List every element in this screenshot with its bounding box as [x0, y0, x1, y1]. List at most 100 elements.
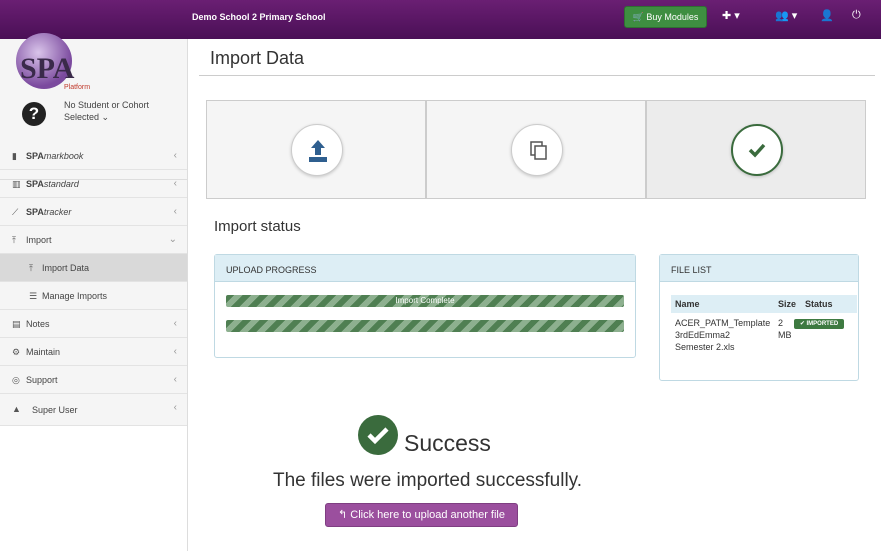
- list-icon: ☰: [29, 291, 38, 301]
- import-label: Import: [26, 235, 52, 245]
- chevron-down-icon: ⌄: [168, 234, 177, 245]
- sidebar-item-manage-imports[interactable]: ☰ Manage Imports: [0, 282, 187, 310]
- sidebar-item-spatracker[interactable]: ⟋ SPAtracker ‹: [0, 198, 187, 226]
- buy-modules-button[interactable]: 🛒 Buy Modules: [624, 6, 707, 28]
- import-status-heading: Import status: [214, 218, 301, 235]
- chevron-left-icon: ‹: [173, 150, 177, 161]
- upload-icon: [309, 140, 327, 162]
- chevron-left-icon: ‹: [173, 178, 177, 189]
- chevron-left-icon: ‹: [173, 402, 177, 413]
- users-menu-icon[interactable]: 👥 ▾: [775, 9, 797, 22]
- puzzle-menu-icon[interactable]: ✚ ▾: [722, 9, 740, 22]
- file-size-unit: MB: [778, 330, 792, 340]
- upload-icon: ⤒: [12, 235, 16, 245]
- copy-icon: [530, 141, 547, 160]
- notes-label: Notes: [26, 319, 50, 329]
- top-navbar: Demo School 2 Primary School 🛒 Buy Modul…: [0, 0, 881, 39]
- tracker-prefix: SPA: [26, 207, 44, 217]
- file-name-cell: ACER_PATM_Template 3rdEdEmma2 Semester 2…: [675, 317, 770, 353]
- file-size-cell: 2 MB: [778, 317, 792, 341]
- upload-step-circle: [291, 124, 343, 176]
- step-complete: [646, 100, 866, 199]
- file-list-title: FILE LIST: [660, 255, 858, 282]
- check-icon: [748, 143, 766, 158]
- status-badge: ✔ IMPORTED: [794, 319, 844, 329]
- logo-text: SPA: [20, 52, 75, 85]
- super-user-label: Super User: [32, 405, 78, 415]
- sidebar-item-spamarkbook[interactable]: ▮ SPAmarkbook ‹: [0, 142, 187, 170]
- markbook-suffix: markbook: [43, 151, 84, 161]
- success-check-icon: [358, 415, 398, 455]
- file-name-line3: Semester 2.xls: [675, 342, 735, 352]
- step-process: [426, 100, 646, 199]
- school-name: Demo School 2 Primary School: [192, 12, 326, 22]
- sidebar-item-spastandard[interactable]: ▥ SPAstandard ‹: [0, 170, 187, 198]
- sidebar-item-super-user[interactable]: ▲ Super User ‹: [0, 394, 187, 426]
- upload-another-label: Click here to upload another file: [350, 509, 505, 521]
- no-student-label: No Student or Cohort: [64, 100, 150, 110]
- sidebar-item-import[interactable]: ⤒ Import ⌄: [0, 226, 187, 254]
- success-title: Success: [404, 430, 491, 456]
- column-header-size: Size: [778, 299, 797, 309]
- sidebar-item-notes[interactable]: ▤ Notes ‹: [0, 310, 187, 338]
- success-message: The files were imported successfully.: [273, 470, 583, 491]
- line-chart-icon: ⟋: [12, 207, 19, 217]
- life-ring-icon: ◎: [12, 375, 20, 385]
- sidebar: SPA Platform ? No Student or Cohort Sele…: [0, 33, 188, 551]
- progress-bar: Import Complete: [226, 295, 624, 307]
- user-icon[interactable]: 👤: [820, 9, 834, 22]
- import-data-label: Import Data: [42, 263, 90, 273]
- page-title: Import Data: [210, 48, 305, 68]
- buy-modules-label: Buy Modules: [646, 12, 699, 22]
- check-circle-icon: ✔: [799, 321, 805, 327]
- book-icon: ▮: [12, 151, 17, 161]
- sidebar-nav: SPA Platform ? No Student or Cohort Sele…: [0, 33, 187, 426]
- process-step-circle: [511, 124, 563, 176]
- step-upload: [206, 100, 426, 199]
- selected-label: Selected: [64, 112, 100, 122]
- file-size-value: 2: [778, 318, 784, 328]
- standard-suffix: standard: [43, 179, 79, 189]
- complete-step-circle: [731, 124, 783, 176]
- bar-chart-icon: ▥: [12, 179, 21, 189]
- title-divider: [199, 75, 875, 76]
- support-label: Support: [26, 375, 58, 385]
- tracker-suffix: tracker: [43, 207, 72, 217]
- sidebar-item-maintain[interactable]: ⚙ Maintain ‹: [0, 338, 187, 366]
- column-header-status: Status: [805, 299, 833, 309]
- file-name-line1: ACER_PATM_Template: [675, 318, 771, 328]
- logo-subtext: Platform: [64, 84, 90, 91]
- progress-bar-label: Import Complete: [395, 296, 455, 305]
- manage-imports-label: Manage Imports: [42, 291, 108, 301]
- status-badge-label: IMPORTED: [806, 321, 839, 327]
- file-list-header-row: Name Size Status: [671, 295, 857, 313]
- upload-another-button[interactable]: ↰ Click here to upload another file: [325, 503, 518, 527]
- file-name-line2: 3rdEdEmma2: [675, 330, 731, 340]
- sidebar-item-support[interactable]: ◎ Support ‹: [0, 366, 187, 394]
- progress-bar: [226, 320, 624, 332]
- markbook-prefix: SPA: [26, 151, 44, 161]
- chevron-left-icon: ‹: [173, 346, 177, 357]
- spa-platform-logo[interactable]: SPA Platform: [12, 23, 102, 93]
- notes-icon: ▤: [12, 319, 21, 329]
- chevron-down-icon: ⌄: [101, 112, 110, 122]
- file-list-panel: FILE LIST Name Size Status ACER_PATM_Tem…: [659, 254, 859, 381]
- chevron-left-icon: ‹: [173, 206, 177, 217]
- sidebar-item-import-data[interactable]: ⤒ Import Data: [0, 254, 187, 282]
- standard-prefix: SPA: [26, 179, 44, 189]
- upload-progress-title: UPLOAD PROGRESS: [215, 255, 635, 282]
- column-header-name: Name: [675, 299, 700, 309]
- chevron-left-icon: ‹: [173, 374, 177, 385]
- maintain-label: Maintain: [26, 347, 61, 357]
- cart-icon: 🛒: [632, 12, 644, 22]
- chevron-left-icon: ‹: [173, 318, 177, 329]
- question-icon: ?: [22, 102, 46, 126]
- file-list-table: Name Size Status ACER_PATM_Template 3rdE…: [671, 295, 857, 352]
- student-selector-text: No Student or Cohort Selected ⌄: [64, 99, 149, 123]
- upload-icon: ⤒: [29, 263, 33, 273]
- upload-progress-panel: UPLOAD PROGRESS Import Complete: [214, 254, 636, 358]
- gears-icon: ⚙: [12, 347, 21, 357]
- reply-icon: ↰: [338, 509, 348, 521]
- power-icon[interactable]: ⏻: [852, 9, 861, 22]
- user-secret-icon: ▲: [12, 404, 21, 414]
